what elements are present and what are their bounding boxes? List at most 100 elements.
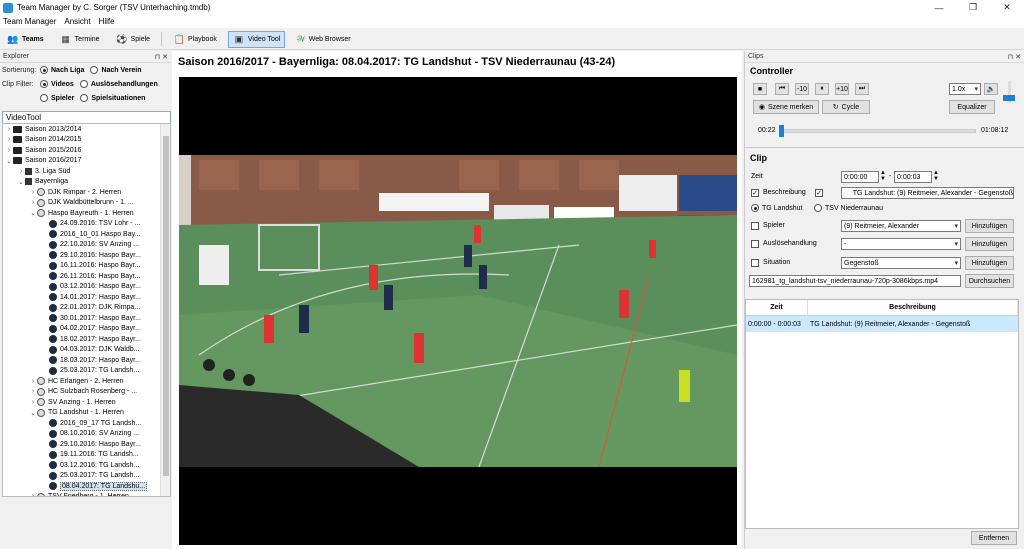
chevron-down-icon[interactable]: ⌄ xyxy=(29,209,37,217)
filter-spielsituationen[interactable]: Spielsituationen xyxy=(80,94,145,102)
cycle-button[interactable]: ↻ Cycle xyxy=(822,100,870,114)
tree-item[interactable]: › TSV Friedberg - 1. Herren xyxy=(3,492,170,496)
teams-button[interactable]: 👥 Teams xyxy=(2,31,49,48)
chevron-right-icon[interactable]: › xyxy=(29,388,37,395)
chevron-right-icon[interactable]: › xyxy=(17,168,25,175)
tree-item[interactable]: 22.01.2017: DJK Rimpa... xyxy=(3,303,170,314)
tree-item[interactable]: › HC Erlangen - 2. Herren xyxy=(3,376,170,387)
pin-icon[interactable]: ⊓ ✕ xyxy=(155,53,168,61)
maximize-button[interactable]: ❐ xyxy=(956,0,990,15)
minimize-button[interactable]: — xyxy=(922,0,956,15)
tree-item[interactable]: 24.09.2016: TSV Lohr - ... xyxy=(3,219,170,230)
tree-item[interactable]: › DJK Rimpar - 2. Herren xyxy=(3,187,170,198)
time-slider[interactable] xyxy=(781,129,976,133)
entfernen-button[interactable]: Entfernen xyxy=(971,531,1017,545)
menu-team-manager[interactable]: Team Manager xyxy=(3,17,56,26)
chevron-right-icon[interactable]: › xyxy=(29,378,37,385)
pin-icon[interactable]: ⊓ ✕ xyxy=(1008,53,1021,61)
tree-item[interactable]: 08.04.2017: TG Landshu... xyxy=(3,481,170,492)
beschreibung-checkbox[interactable]: ✓ xyxy=(751,189,759,197)
close-button[interactable]: ✕ xyxy=(990,0,1024,15)
tree-item[interactable]: 29.10.2016: Haspo Bayr... xyxy=(3,439,170,450)
filter-ausloesehandlungen[interactable]: Auslösehandlungen xyxy=(79,80,158,88)
tree-item[interactable]: 18.02.2017: Haspo Bayr... xyxy=(3,334,170,345)
playbook-button[interactable]: 📋 Playbook xyxy=(168,31,222,48)
skip-back-button[interactable]: ⏮ xyxy=(775,83,789,95)
tree-scrollbar[interactable] xyxy=(160,124,170,496)
beschreibung-auto-checkbox[interactable]: ✓ xyxy=(815,189,823,197)
termine-button[interactable]: ▦ Termine xyxy=(55,31,105,48)
sort-nach-liga[interactable]: Nach Liga xyxy=(40,66,84,74)
tree-item[interactable]: › DJK Waldbüttelbrunn - 1. ... xyxy=(3,198,170,209)
chevron-right-icon[interactable]: › xyxy=(29,199,37,206)
table-row[interactable]: 0:00:00 - 0:00:03 TG Landshut: (9) Reitm… xyxy=(746,316,1018,332)
spieler-checkbox[interactable] xyxy=(751,222,759,230)
zeit-to-spinner[interactable]: ▲ ▼ xyxy=(933,170,939,182)
tree-item[interactable]: 04.02.2017: Haspo Bayr... xyxy=(3,324,170,335)
webbrowser-button[interactable]: 𝒲 Web Browser xyxy=(291,31,355,48)
tree-item[interactable]: ⌄ TG Landshut - 1. Herren xyxy=(3,408,170,419)
durchsuchen-button[interactable]: Durchsuchen xyxy=(965,274,1014,288)
volume-slider[interactable] xyxy=(1003,81,1017,103)
tree-item[interactable]: 04.03.2017: DJK Waldb... xyxy=(3,345,170,356)
time-slider-thumb[interactable] xyxy=(779,125,784,137)
chevron-right-icon[interactable]: › xyxy=(29,399,37,406)
team-tsv-niederraunau[interactable]: TSV Niederraunau xyxy=(814,204,883,212)
spieler-add-button[interactable]: Hinzufügen xyxy=(965,219,1014,233)
ausloese-add-button[interactable]: Hinzufügen xyxy=(965,237,1014,251)
tree-item[interactable]: › 3. Liga Süd xyxy=(3,166,170,177)
tree-item[interactable]: 16.11.2016: Haspo Bayr... xyxy=(3,261,170,272)
tree-item[interactable]: › Saison 2014/2015 xyxy=(3,135,170,146)
team-tg-landshut[interactable]: TG Landshut xyxy=(751,204,802,212)
tree-item[interactable]: › Saison 2015/2016 xyxy=(3,145,170,156)
zeit-from-spinner[interactable]: ▲ ▼ xyxy=(880,170,886,182)
volume-thumb[interactable] xyxy=(1003,95,1015,101)
tree-item[interactable]: › HC Sulzbach Rosenberg - ... xyxy=(3,387,170,398)
equalizer-button[interactable]: Equalizer xyxy=(949,100,995,114)
tree-item[interactable]: ⌄ Bayernliga xyxy=(3,177,170,188)
file-field[interactable]: 162981_tg_landshut-tsv_niederraunau-720p… xyxy=(749,275,961,287)
stop-button[interactable]: ■ xyxy=(753,83,767,95)
tree-item[interactable]: 03.12.2016: Haspo Bayr... xyxy=(3,282,170,293)
chevron-down-icon[interactable]: ⌄ xyxy=(29,409,37,417)
col-zeit[interactable]: Zeit xyxy=(746,300,808,315)
volume-icon[interactable]: 🔈 xyxy=(984,83,998,95)
tree-item[interactable]: 22.10.2016: SV Anzing ... xyxy=(3,240,170,251)
situation-add-button[interactable]: Hinzufügen xyxy=(965,256,1014,270)
plus-10-button[interactable]: +10 xyxy=(835,83,849,95)
ausloese-select[interactable]: - xyxy=(841,238,961,250)
tree-item[interactable]: 30.01.2017: Haspo Bayr... xyxy=(3,313,170,324)
skip-forward-button[interactable]: ⏭ xyxy=(855,83,869,95)
beschreibung-field[interactable]: TG Landshut: (9) Reitmeier, Alexander - … xyxy=(841,187,1014,199)
tree-item[interactable]: 14.01.2017: Haspo Bayr... xyxy=(3,292,170,303)
video-player[interactable] xyxy=(179,77,737,545)
minus-10-button[interactable]: -10 xyxy=(795,83,809,95)
tree-item[interactable]: ⌄ Saison 2016/2017 xyxy=(3,156,170,167)
situation-checkbox[interactable] xyxy=(751,259,759,267)
tree-item[interactable]: › Saison 2013/2014 xyxy=(3,124,170,135)
videotool-button[interactable]: ▣ Video Tool xyxy=(227,30,286,48)
tree-item[interactable]: 26.11.2016: Haspo Bayr... xyxy=(3,271,170,282)
pause-button[interactable]: ⏸ xyxy=(815,83,829,95)
tree-item[interactable]: ⌄ Haspo Bayreuth - 1. Herren xyxy=(3,208,170,219)
chevron-down-icon[interactable]: ⌄ xyxy=(5,157,13,165)
tree-item[interactable]: 25.03.2017: TG Landsh... xyxy=(3,366,170,377)
col-beschreibung[interactable]: Beschreibung xyxy=(808,300,1018,315)
chevron-down-icon[interactable]: ⌄ xyxy=(17,178,25,186)
menu-ansicht[interactable]: Ansicht xyxy=(64,17,90,26)
filter-videos[interactable]: Videos xyxy=(40,80,74,88)
filter-spieler[interactable]: Spieler xyxy=(40,94,74,102)
tree-item[interactable]: 08.10.2016: SV Anzing ... xyxy=(3,429,170,440)
tree-item[interactable]: 2016_10_01 Haspo Bay... xyxy=(3,229,170,240)
tree-item[interactable]: 03.12.2016: TG Landsh... xyxy=(3,460,170,471)
zeit-from-field[interactable]: 0:00:00 xyxy=(841,171,879,183)
szene-merken-button[interactable]: ◉ Szene merken xyxy=(753,100,819,114)
scrollbar-thumb[interactable] xyxy=(163,136,169,476)
chevron-right-icon[interactable]: › xyxy=(29,493,37,496)
tree-item[interactable]: 18.03.2017: Haspo Bayr... xyxy=(3,355,170,366)
speed-select[interactable]: 1.0x xyxy=(949,83,981,95)
tree-item[interactable]: › SV Anzing - 1. Herren xyxy=(3,397,170,408)
chevron-right-icon[interactable]: › xyxy=(29,189,37,196)
clips-table[interactable]: Zeit Beschreibung 0:00:00 - 0:00:03 TG L… xyxy=(745,299,1019,529)
spiele-button[interactable]: ⚽ Spiele xyxy=(111,31,155,48)
